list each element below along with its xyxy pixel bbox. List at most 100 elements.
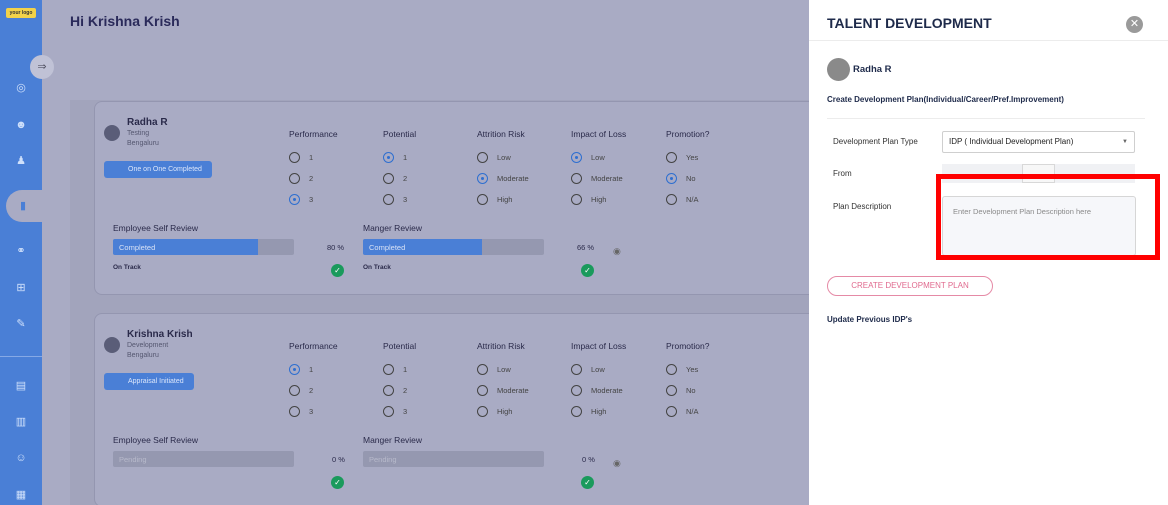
radio-performance-1[interactable] bbox=[289, 364, 300, 375]
employee-name: Krishna Krish bbox=[127, 329, 193, 340]
check-icon: ✓ bbox=[331, 476, 344, 489]
employee-card: Radha R Testing Bengaluru One on One Com… bbox=[94, 101, 834, 295]
radio-promotion-yes[interactable] bbox=[666, 152, 677, 163]
radio-attrition-high[interactable] bbox=[477, 194, 488, 205]
radio-label: Moderate bbox=[591, 174, 623, 183]
impact-group: Impact of Loss Low Moderate High bbox=[571, 129, 626, 210]
performance-group: Performance 1 2 3 bbox=[289, 341, 338, 422]
attrition-group: Attrition Risk Low Moderate High bbox=[477, 129, 529, 210]
check-icon: ✓ bbox=[581, 476, 594, 489]
company-logo: your logo bbox=[6, 8, 36, 18]
radio-label: High bbox=[497, 407, 513, 416]
close-icon[interactable]: ✕ bbox=[1126, 16, 1143, 33]
eye-icon[interactable]: ◉ bbox=[613, 458, 621, 469]
self-review-progress: Pending bbox=[113, 451, 294, 467]
radio-label: 1 bbox=[309, 153, 314, 162]
avatar bbox=[104, 125, 120, 141]
radio-label: 1 bbox=[403, 153, 408, 162]
radio-potential-3[interactable] bbox=[383, 194, 394, 205]
sidebar-toggle-icon[interactable]: ⇒ bbox=[30, 55, 54, 79]
radio-label: No bbox=[686, 386, 696, 395]
employee-dept: Testing bbox=[127, 130, 150, 137]
edit-doc-icon[interactable]: ✎ bbox=[14, 317, 28, 331]
panel-subtitle: Create Development Plan(Individual/Caree… bbox=[827, 95, 1064, 104]
radio-attrition-low[interactable] bbox=[477, 152, 488, 163]
radio-label: 2 bbox=[403, 174, 408, 183]
book2-icon[interactable]: ▥ bbox=[14, 415, 28, 429]
radio-label: N/A bbox=[686, 195, 699, 204]
status-badge[interactable]: Appraisal Initiated bbox=[104, 373, 194, 390]
create-development-plan-button[interactable]: CREATE DEVELOPMENT PLAN bbox=[827, 276, 993, 296]
promotion-group: Promotion? Yes No N/A bbox=[666, 341, 709, 422]
radio-potential-2[interactable] bbox=[383, 173, 394, 184]
radio-impact-high[interactable] bbox=[571, 406, 582, 417]
manager-review-title: Manger Review bbox=[363, 435, 423, 445]
impact-group: Impact of Loss Low Moderate High bbox=[571, 341, 626, 422]
radio-label: High bbox=[591, 195, 607, 204]
radio-performance-1[interactable] bbox=[289, 152, 300, 163]
manager-review-percent: 0 % bbox=[582, 455, 595, 464]
radio-label: 3 bbox=[403, 195, 408, 204]
radio-potential-2[interactable] bbox=[383, 385, 394, 396]
radio-performance-3[interactable] bbox=[289, 194, 300, 205]
status-badge[interactable]: One on One Completed bbox=[104, 161, 212, 178]
users-icon[interactable]: ☺ bbox=[14, 451, 28, 465]
radio-label: 2 bbox=[309, 174, 314, 183]
self-review-percent: 0 % bbox=[332, 455, 345, 464]
radio-promotion-no[interactable] bbox=[666, 173, 677, 184]
radio-label: 3 bbox=[309, 195, 314, 204]
employee-name: Radha R bbox=[127, 117, 168, 128]
radio-promotion-na[interactable] bbox=[666, 194, 677, 205]
promotion-group: Promotion? Yes No N/A bbox=[666, 129, 709, 210]
chevron-down-icon: ▼ bbox=[1122, 139, 1128, 145]
handshake-icon[interactable]: ⚭ bbox=[14, 244, 28, 258]
self-review-title: Employee Self Review bbox=[113, 435, 199, 445]
radio-attrition-moderate[interactable] bbox=[477, 173, 488, 184]
chart-icon[interactable]: ▤ bbox=[14, 379, 28, 393]
radio-impact-low[interactable] bbox=[571, 364, 582, 375]
sidebar-item-active[interactable]: ▮ bbox=[6, 190, 46, 222]
potential-group: Potential 1 2 3 bbox=[383, 341, 416, 422]
radio-impact-high[interactable] bbox=[571, 194, 582, 205]
radio-label: 2 bbox=[403, 386, 408, 395]
avatar bbox=[104, 337, 120, 353]
radio-label: Yes bbox=[686, 153, 699, 162]
plan-type-label: Development Plan Type bbox=[833, 137, 918, 146]
team-icon[interactable]: ☻ bbox=[14, 118, 28, 132]
radio-performance-2[interactable] bbox=[289, 385, 300, 396]
radio-promotion-na[interactable] bbox=[666, 406, 677, 417]
employee-dept: Development bbox=[127, 342, 169, 349]
self-review-track: On Track bbox=[113, 264, 141, 271]
page-greeting: Hi Krishna Krish bbox=[70, 13, 180, 29]
radio-attrition-moderate[interactable] bbox=[477, 385, 488, 396]
radio-potential-1[interactable] bbox=[383, 364, 394, 375]
hierarchy-icon[interactable]: ⊞ bbox=[14, 281, 28, 295]
radio-potential-1[interactable] bbox=[383, 152, 394, 163]
performance-title: Performance bbox=[289, 341, 338, 351]
person-tree-icon[interactable]: ♟ bbox=[14, 154, 28, 168]
radio-promotion-yes[interactable] bbox=[666, 364, 677, 375]
radio-performance-2[interactable] bbox=[289, 173, 300, 184]
radio-performance-3[interactable] bbox=[289, 406, 300, 417]
radio-label: High bbox=[591, 407, 607, 416]
radio-label: Moderate bbox=[497, 174, 529, 183]
potential-group: Potential 1 2 3 bbox=[383, 129, 416, 210]
radio-impact-low[interactable] bbox=[571, 152, 582, 163]
radio-potential-3[interactable] bbox=[383, 406, 394, 417]
attrition-title: Attrition Risk bbox=[477, 129, 525, 139]
radio-impact-moderate[interactable] bbox=[571, 173, 582, 184]
update-previous-idp-link[interactable]: Update Previous IDP's bbox=[827, 315, 912, 324]
eye-icon[interactable]: ◉ bbox=[613, 246, 621, 257]
target-icon[interactable]: ◎ bbox=[14, 81, 28, 95]
radio-impact-moderate[interactable] bbox=[571, 385, 582, 396]
impact-title: Impact of Loss bbox=[571, 341, 627, 351]
plan-type-select[interactable]: IDP ( Individual Development Plan) ▼ bbox=[942, 131, 1135, 153]
from-label: From bbox=[833, 169, 852, 178]
radio-promotion-no[interactable] bbox=[666, 385, 677, 396]
report-icon[interactable]: ▦ bbox=[14, 488, 28, 502]
radio-attrition-low[interactable] bbox=[477, 364, 488, 375]
attrition-title: Attrition Risk bbox=[477, 341, 525, 351]
radio-attrition-high[interactable] bbox=[477, 406, 488, 417]
self-review-progress: Completed bbox=[113, 239, 294, 255]
promotion-title: Promotion? bbox=[666, 129, 710, 139]
